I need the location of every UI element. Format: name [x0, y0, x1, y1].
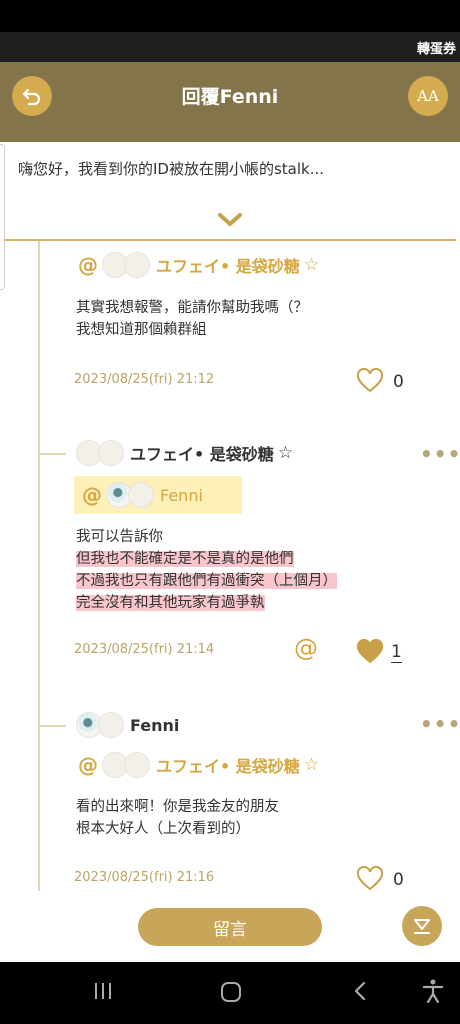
author-name: ユフェイ• 是袋砂糖	[130, 445, 274, 464]
status-bar	[0, 0, 460, 32]
thread-branch	[38, 453, 66, 455]
author-name: Fenni	[130, 715, 180, 735]
like-count[interactable]: 1	[391, 642, 402, 663]
home-icon[interactable]	[219, 980, 243, 1004]
at-icon: @	[82, 483, 102, 507]
quoted-post[interactable]: 嗨您好，我看到你的ID被放在開小帳的stalk...	[0, 142, 460, 240]
like-count: 0	[393, 372, 404, 392]
timestamp: 2023/08/25(fri) 21:12	[74, 372, 215, 387]
heart-filled-icon[interactable]	[356, 639, 384, 665]
scroll-to-bottom-button[interactable]	[402, 906, 442, 946]
more-options-icon[interactable]: •••	[420, 442, 460, 466]
thread-branch	[38, 725, 66, 727]
system-nav-bar	[0, 962, 460, 1024]
recent-apps-icon[interactable]	[92, 980, 114, 1002]
highlighted-text: 不過我也只有跟他們有過衝突（上個月）	[76, 573, 337, 589]
comment-author[interactable]: Fenni	[76, 712, 179, 738]
more-options-icon[interactable]: •••	[420, 712, 460, 736]
font-size-label: AA	[417, 87, 439, 105]
back-nav-icon[interactable]	[352, 980, 368, 1002]
mention-button[interactable]: @	[294, 634, 318, 662]
chevron-down-icon[interactable]	[216, 212, 244, 228]
at-icon: @	[78, 253, 98, 277]
comment-text: 其實我想報警，能請你幫助我嗎（？ 我想知道那個賴群組	[76, 300, 308, 338]
font-size-button[interactable]: AA	[408, 76, 448, 116]
banner-text: 轉蛋券	[416, 42, 456, 57]
mention-name: ユフェイ• 是袋砂糖	[156, 257, 300, 276]
side-tab[interactable]	[0, 144, 5, 290]
avatar	[98, 440, 124, 466]
mention-name: Fenni	[160, 485, 203, 505]
app-header: 回覆Fenni AA	[0, 62, 460, 142]
thread-content[interactable]: 嗨您好，我看到你的ID被放在開小帳的stalk... @ ユフェイ• 是袋砂糖 …	[0, 142, 460, 962]
at-icon: @	[78, 753, 98, 777]
heart-outline-icon[interactable]	[356, 368, 384, 394]
heart-outline-icon[interactable]	[356, 866, 384, 892]
reply-button[interactable]: 留言	[138, 908, 322, 946]
avatar	[98, 712, 124, 738]
comment-text: 看的出來啊！你是我金友的朋友 根本大好人（上次看到的）	[76, 799, 279, 837]
highlighted-text: 完全沒有和其他玩家有過爭執	[76, 595, 265, 611]
thread-line	[38, 241, 40, 891]
mention-tag[interactable]: @ Fenni	[74, 476, 242, 514]
avatar	[128, 482, 154, 508]
mention-tag[interactable]: @ ユフェイ• 是袋砂糖 ☆	[78, 252, 319, 278]
top-banner[interactable]: 轉蛋券	[0, 32, 460, 62]
star-icon: ☆	[303, 755, 320, 775]
star-icon: ☆	[303, 255, 320, 275]
mention-name: ユフェイ• 是袋砂糖	[156, 757, 300, 776]
accessibility-icon[interactable]	[421, 978, 445, 1004]
timestamp: 2023/08/25(fri) 21:14	[74, 642, 215, 657]
timestamp: 2023/08/25(fri) 21:16	[74, 870, 215, 885]
avatar	[124, 752, 150, 778]
reply-button-label: 留言	[213, 919, 247, 940]
quoted-post-text: 嗨您好，我看到你的ID被放在開小帳的stalk...	[18, 160, 325, 178]
page-title: 回覆Fenni	[181, 86, 279, 108]
divider	[4, 239, 456, 241]
mention-tag[interactable]: @ ユフェイ• 是袋砂糖 ☆	[78, 752, 319, 778]
highlighted-text: 但我也不能確定是不是真的是他們	[76, 551, 294, 567]
star-icon: ☆	[277, 443, 294, 463]
comment-text: 我可以告訴你 但我也不能確定是不是真的是他們 不過我也只有跟他們有過衝突（上個月…	[76, 529, 337, 611]
avatar	[124, 252, 150, 278]
scroll-down-icon	[414, 919, 430, 934]
comment-author[interactable]: ユフェイ• 是袋砂糖 ☆	[76, 440, 293, 466]
like-count: 0	[393, 870, 404, 890]
